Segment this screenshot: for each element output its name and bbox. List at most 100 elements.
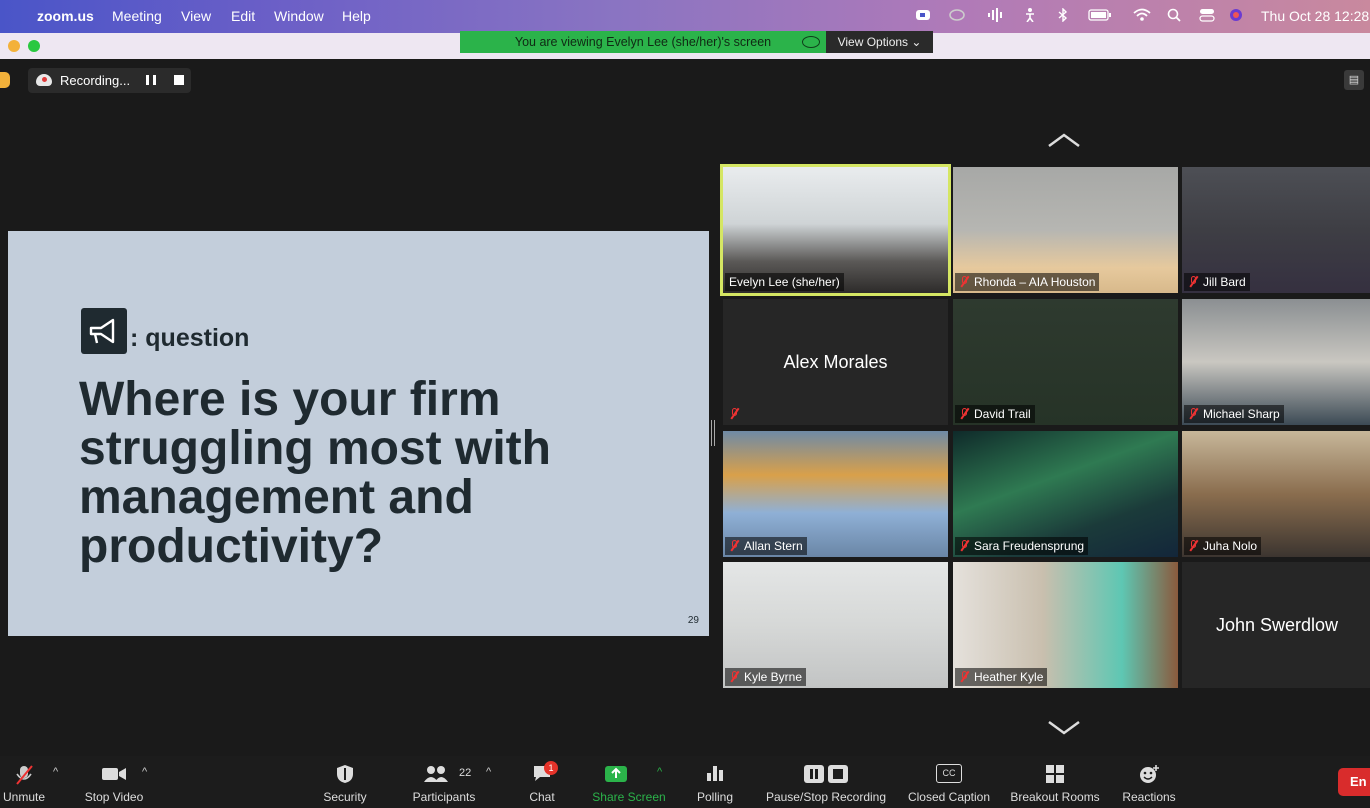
cloud-recording-icon [36,74,52,86]
chat-button[interactable]: 1 Chat [520,756,564,808]
muted-mic-icon [1188,408,1199,419]
participant-tile[interactable]: Kyle Byrne [723,562,948,688]
breakout-rooms-button[interactable]: Breakout Rooms [1005,756,1105,808]
chat-bubble-icon: 1 [532,761,558,782]
zoom-status-icon[interactable] [915,8,931,25]
muted-mic-icon [729,671,740,682]
participant-tile[interactable]: Sara Freudensprung [953,431,1178,557]
participant-name-large: John Swerdlow [1215,614,1339,635]
menu-help[interactable]: Help [342,8,371,24]
muted-mic-icon [1188,540,1199,551]
participant-name: Heather Kyle [955,668,1048,686]
shield-icon [337,765,353,783]
siri-icon[interactable] [1229,8,1243,25]
pause-stop-icon [804,765,848,783]
participants-options-caret-icon[interactable]: ^ [486,766,491,778]
meeting-toolbar: Unmute ^ Stop Video ^ Security 22 Partic… [0,756,1370,808]
participant-name: Michael Sharp [1184,405,1284,423]
menu-meeting[interactable]: Meeting [112,8,162,24]
accessibility-icon[interactable] [1024,8,1036,25]
participant-name: Jill Bard [1184,273,1250,291]
audio-waveform-icon[interactable] [987,8,1005,25]
participant-name: Rhonda – AIA Houston [955,273,1100,291]
window-zoom-icon[interactable] [28,40,40,52]
spotlight-search-icon[interactable] [1167,8,1181,25]
megaphone-icon [81,308,127,354]
participant-name: Allan Stern [725,537,807,555]
screen-share-banner-text: You are viewing Evelyn Lee (she/her)'s s… [514,35,772,49]
slide-tag: : question [130,324,250,352]
slide-question: Where is your firm struggling most with … [79,373,551,573]
breakout-rooms-icon [1046,765,1064,783]
participant-name: Juha Nolo [1184,537,1262,555]
share-screen-button[interactable]: Share Screen [588,756,670,808]
stop-recording-icon[interactable] [174,75,184,85]
unmute-button[interactable]: Unmute [0,756,50,808]
participant-tile[interactable]: Heather Kyle [953,562,1178,688]
participant-tile[interactable]: Alex Morales [723,299,948,425]
chat-unread-badge: 1 [544,761,558,775]
cc-icon: CC [936,764,962,783]
view-layout-icon[interactable]: ▤ [1344,70,1364,90]
pause-stop-recording-button[interactable]: Pause/Stop Recording [760,756,892,808]
window-minimize-icon[interactable] [8,40,20,52]
video-options-caret-icon[interactable]: ^ [142,766,147,778]
polling-button[interactable]: Polling [690,756,740,808]
participants-button[interactable]: 22 Participants [406,756,482,808]
participant-tile[interactable]: Michael Sharp [1182,299,1370,425]
gallery-previous-page-icon[interactable] [1046,132,1082,148]
menubar-clock[interactable]: Thu Oct 28 12:28 [1261,8,1369,24]
menu-view[interactable]: View [181,8,211,24]
participant-name: Sara Freudensprung [955,537,1089,555]
participant-tile[interactable]: Jill Bard [1182,167,1370,293]
participant-tile[interactable]: Allan Stern [723,431,948,557]
control-center-icon[interactable] [1199,8,1215,25]
muted-microphone-icon [16,765,33,785]
audio-options-caret-icon[interactable]: ^ [53,766,58,778]
participant-tile[interactable]: John Swerdlow [1182,562,1370,688]
participant-tile[interactable]: Evelyn Lee (she/her) [720,164,951,296]
participant-tile[interactable]: David Trail [953,299,1178,425]
pause-recording-icon[interactable] [146,75,156,85]
end-meeting-button[interactable]: En [1338,768,1370,796]
reactions-button[interactable]: Reactions [1118,756,1180,808]
share-options-caret-icon[interactable]: ^ [657,766,662,778]
muted-mic-icon [959,540,970,551]
recording-label: Recording... [60,73,131,88]
video-camera-icon [102,768,126,780]
closed-caption-button[interactable]: CC Closed Caption [902,756,996,808]
wifi-icon[interactable] [1133,8,1151,25]
gallery-next-page-icon[interactable] [1046,720,1082,736]
menu-edit[interactable]: Edit [231,8,255,24]
creative-cloud-icon[interactable] [948,8,966,25]
view-options-button[interactable]: View Options ⌄ [826,31,933,53]
participant-name: David Trail [955,405,1035,423]
screen-share-banner: You are viewing Evelyn Lee (she/her)'s s… [460,31,826,53]
muted-mic-icon [959,671,970,682]
muted-mic-icon [959,276,970,287]
security-button[interactable]: Security [315,756,375,808]
participant-name-large: Alex Morales [783,351,888,372]
participants-count: 22 [459,767,472,779]
eye-icon [802,36,820,48]
bluetooth-icon[interactable] [1058,7,1068,25]
battery-icon[interactable] [1088,8,1112,24]
security-shield-indicator-icon[interactable] [0,72,10,88]
recording-indicator: Recording... [28,68,191,93]
participant-name: Kyle Byrne [725,668,807,686]
muted-mic-icon [729,408,740,419]
slide-page-number: 29 [687,615,699,626]
shared-screen-slide: : question Where is your firm struggling… [8,231,709,636]
bar-chart-icon [707,766,723,781]
muted-mic-icon [959,408,970,419]
menu-app-name[interactable]: zoom.us [37,8,94,24]
stop-video-button[interactable]: Stop Video [80,756,148,808]
participants-icon [424,766,448,782]
split-resize-handle[interactable] [711,420,715,446]
smiley-reaction-icon [1140,765,1159,783]
participant-tile[interactable]: Juha Nolo [1182,431,1370,557]
participant-name: Evelyn Lee (she/her) [725,273,844,291]
share-screen-icon [605,766,627,782]
participant-tile[interactable]: Rhonda – AIA Houston [953,167,1178,293]
menu-window[interactable]: Window [274,8,324,24]
